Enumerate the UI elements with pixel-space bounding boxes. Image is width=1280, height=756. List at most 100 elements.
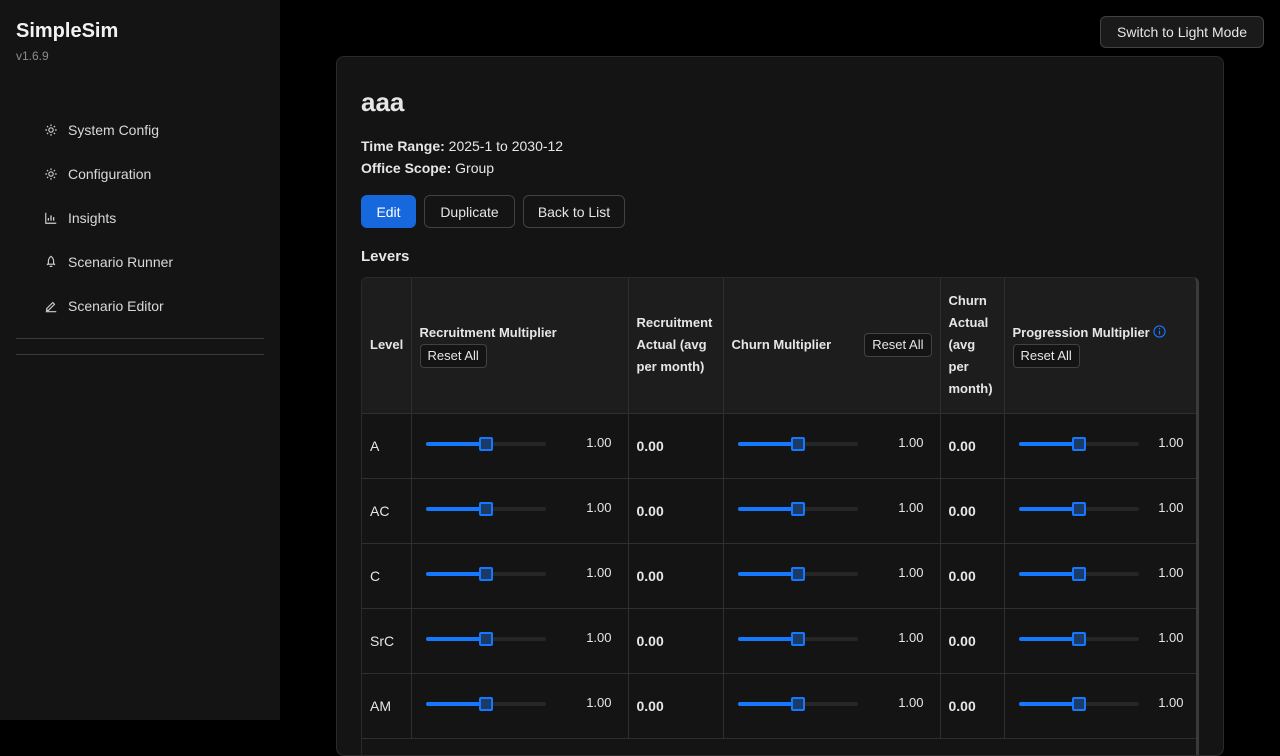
scenario-card: aaa Time Range: 2025-1 to 2030-12 Office…	[336, 56, 1224, 756]
progression-multiplier-cell: 1.00	[1004, 673, 1196, 739]
churn-multiplier-value: 1.00	[898, 694, 924, 710]
recruitment-multiplier-slider[interactable]	[425, 696, 546, 711]
reset-all-churn-button[interactable]: Reset All	[864, 333, 932, 358]
recruitment-multiplier-slider[interactable]	[425, 436, 546, 451]
slider-track-fill	[1018, 636, 1079, 641]
churn-multiplier-value: 1.00	[898, 499, 924, 515]
churn-multiplier-value: 1.00	[898, 564, 924, 580]
sidebar: SimpleSim v1.6.9 System Config Configura…	[0, 0, 280, 720]
slider-handle[interactable]	[790, 696, 805, 711]
progression-multiplier-slider[interactable]	[1018, 566, 1139, 581]
slider-track-fill	[737, 506, 798, 511]
progression-multiplier-cell: 1.00	[1004, 478, 1196, 544]
levers-table: Level Recruitment Multiplier Reset All R…	[361, 277, 1199, 755]
level-cell: SrC	[362, 608, 412, 674]
duplicate-button[interactable]: Duplicate	[424, 195, 515, 228]
sidebar-item-configuration[interactable]: Configuration	[44, 152, 173, 196]
progression-multiplier-slider[interactable]	[1018, 631, 1139, 646]
slider-handle[interactable]	[478, 696, 493, 711]
slider-handle[interactable]	[478, 631, 493, 646]
reset-all-recruitment-button[interactable]: Reset All	[419, 344, 487, 369]
app-version: v1.6.9	[16, 49, 49, 63]
progression-multiplier-value: 1.00	[1158, 694, 1184, 710]
slider-track-fill	[1018, 701, 1079, 706]
churn-actual-cell: 0.00	[940, 478, 1005, 544]
churn-multiplier-cell: 1.00	[723, 413, 941, 479]
churn-multiplier-value: 1.00	[898, 629, 924, 645]
churn-multiplier-slider[interactable]	[737, 631, 858, 646]
column-header-label: Recruitment Multiplier	[419, 325, 557, 341]
churn-multiplier-slider[interactable]	[737, 436, 858, 451]
slider-track-fill	[1018, 571, 1079, 576]
app-brand: SimpleSim	[16, 20, 119, 42]
sidebar-item-label: Insights	[68, 210, 117, 226]
recruitment-actual-cell: 0.00	[628, 608, 724, 674]
recruitment-multiplier-slider[interactable]	[425, 566, 546, 581]
recruitment-actual-cell: 0.00	[628, 673, 724, 739]
time-range-value: 2025-1 to 2030-12	[448, 138, 564, 154]
sidebar-item-label: Configuration	[68, 166, 152, 182]
back-to-list-button[interactable]: Back to List	[523, 195, 625, 228]
slider-handle[interactable]	[478, 566, 493, 581]
churn-actual-cell: 0.00	[940, 608, 1005, 674]
slider-handle[interactable]	[1071, 696, 1086, 711]
progression-multiplier-slider[interactable]	[1018, 696, 1139, 711]
gear-icon	[45, 168, 57, 180]
slider-track-fill	[1018, 506, 1079, 511]
slider-handle[interactable]	[1071, 501, 1086, 516]
table-header-row: Level Recruitment Multiplier Reset All R…	[362, 278, 1196, 414]
recruitment-actual-cell: 0.00	[628, 543, 724, 609]
theme-toggle-button[interactable]: Switch to Light Mode	[1100, 16, 1264, 48]
slider-track-fill	[425, 506, 486, 511]
table-row: SrC 1.00 0.00 1.00 0.00 1.00	[362, 608, 1196, 674]
column-header-level: Level	[362, 278, 412, 414]
slider-handle[interactable]	[790, 436, 805, 451]
churn-multiplier-slider[interactable]	[737, 501, 858, 516]
edit-button[interactable]: Edit	[361, 195, 416, 228]
slider-track-fill	[737, 441, 798, 446]
office-scope-value: Group	[455, 160, 495, 176]
slider-track-fill	[737, 571, 798, 576]
recruitment-multiplier-cell: 1.00	[411, 673, 629, 739]
sidebar-item-scenario-editor[interactable]: Scenario Editor	[44, 284, 173, 328]
slider-handle[interactable]	[790, 566, 805, 581]
office-scope-label: Office Scope:	[361, 160, 452, 176]
slider-handle[interactable]	[478, 501, 493, 516]
table-row: A 1.00 0.00 1.00 0.00 1.00	[362, 413, 1196, 479]
slider-track-fill	[737, 701, 798, 706]
level-cell: AM	[362, 673, 412, 739]
slider-handle[interactable]	[1071, 631, 1086, 646]
slider-track-fill	[425, 701, 486, 706]
recruitment-actual-cell: 0.00	[628, 478, 724, 544]
progression-multiplier-slider[interactable]	[1018, 501, 1139, 516]
sidebar-item-system-config[interactable]: System Config	[44, 108, 173, 152]
slider-handle[interactable]	[1071, 566, 1086, 581]
recruitment-multiplier-slider[interactable]	[425, 501, 546, 516]
churn-multiplier-cell: 1.00	[723, 478, 941, 544]
sidebar-item-label: Scenario Editor	[68, 298, 164, 314]
recruitment-multiplier-slider[interactable]	[425, 631, 546, 646]
slider-handle[interactable]	[1071, 436, 1086, 451]
progression-multiplier-slider[interactable]	[1018, 436, 1139, 451]
column-header-progression-multiplier: Progression Multiplier Reset All	[1004, 278, 1196, 414]
slider-track-fill	[425, 441, 486, 446]
slider-track-fill	[425, 571, 486, 576]
table-row: C 1.00 0.00 1.00 0.00 1.00	[362, 543, 1196, 609]
slider-handle[interactable]	[478, 436, 493, 451]
recruitment-multiplier-value: 1.00	[586, 629, 612, 645]
progression-multiplier-value: 1.00	[1158, 434, 1184, 450]
churn-multiplier-slider[interactable]	[737, 696, 858, 711]
slider-handle[interactable]	[790, 501, 805, 516]
bar-chart-icon	[45, 212, 57, 224]
info-icon[interactable]	[1153, 325, 1166, 338]
recruitment-multiplier-cell: 1.00	[411, 608, 629, 674]
column-header-label: Progression Multiplier	[1012, 325, 1150, 341]
sidebar-item-insights[interactable]: Insights	[44, 196, 173, 240]
churn-multiplier-slider[interactable]	[737, 566, 858, 581]
slider-handle[interactable]	[790, 631, 805, 646]
reset-all-progression-button[interactable]: Reset All	[1012, 344, 1080, 369]
slider-track-fill	[425, 636, 486, 641]
time-range: Time Range: 2025-1 to 2030-12	[361, 138, 563, 154]
sidebar-item-scenario-runner[interactable]: Scenario Runner	[44, 240, 173, 284]
recruitment-multiplier-value: 1.00	[586, 434, 612, 450]
